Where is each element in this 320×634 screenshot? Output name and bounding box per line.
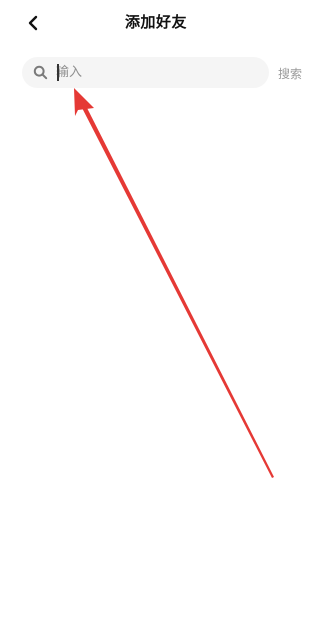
search-button[interactable]: 搜索 bbox=[278, 65, 302, 82]
search-input[interactable] bbox=[56, 57, 256, 88]
top-bar: 添加好友 bbox=[0, 0, 312, 46]
search-bar[interactable] bbox=[22, 57, 269, 88]
text-cursor bbox=[57, 64, 59, 81]
search-icon bbox=[33, 65, 48, 80]
annotation-arrow-head bbox=[74, 88, 94, 116]
annotation-arrow bbox=[74, 88, 274, 478]
page-title: 添加好友 bbox=[124, 13, 187, 31]
annotation-arrow-shaft bbox=[79, 100, 274, 478]
